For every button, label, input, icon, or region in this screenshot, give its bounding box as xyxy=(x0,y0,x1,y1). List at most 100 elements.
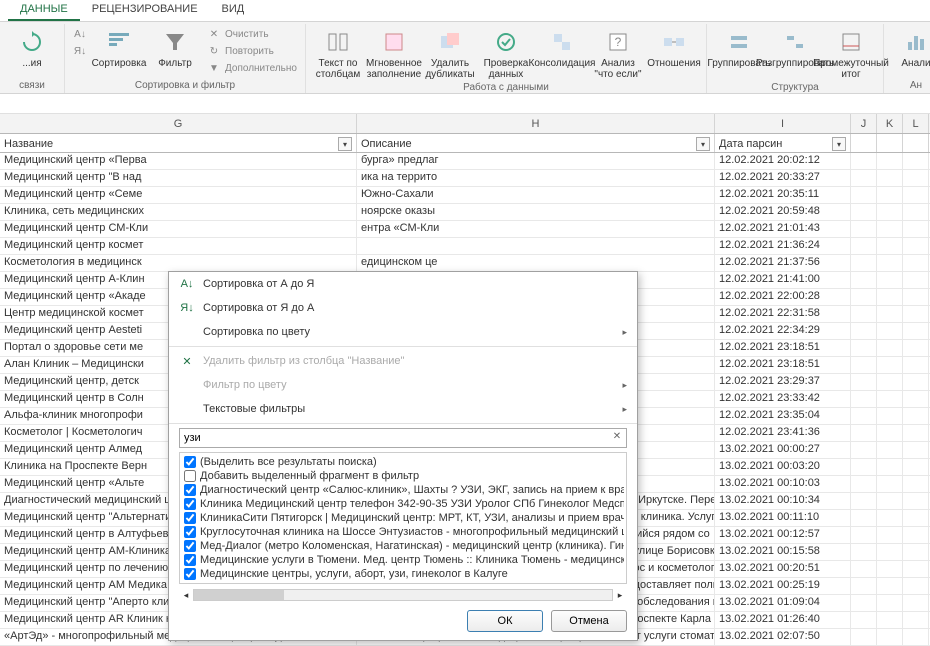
cell[interactable] xyxy=(851,442,877,458)
cell[interactable]: 13.02.2021 00:10:34 xyxy=(715,493,851,509)
cell[interactable]: 13.02.2021 00:25:19 xyxy=(715,578,851,594)
cell[interactable] xyxy=(903,187,929,203)
cell[interactable]: 13.02.2021 01:09:04 xyxy=(715,595,851,611)
cell[interactable] xyxy=(877,221,903,237)
table-row[interactable]: Медицинский центр СМ-Клиентра «СМ-Кли12.… xyxy=(0,221,930,238)
cell[interactable] xyxy=(877,459,903,475)
cell[interactable] xyxy=(877,255,903,271)
filter-checkbox-item[interactable]: Добавить выделенный фрагмент в фильтр xyxy=(182,469,624,483)
cell[interactable] xyxy=(877,238,903,254)
text-filters-item[interactable]: Текстовые фильтры▸ xyxy=(169,397,637,421)
sort-button[interactable]: Сортировка xyxy=(93,26,145,71)
cell[interactable] xyxy=(877,272,903,288)
cell[interactable]: 12.02.2021 20:33:27 xyxy=(715,170,851,186)
checkbox[interactable] xyxy=(184,554,196,566)
cell[interactable] xyxy=(877,340,903,356)
cell[interactable] xyxy=(851,544,877,560)
cell[interactable]: ика на террито xyxy=(357,170,715,186)
cell[interactable] xyxy=(903,459,929,475)
cell[interactable]: ентра «СМ-Кли xyxy=(357,221,715,237)
col-header-g[interactable]: G xyxy=(0,114,357,133)
cell[interactable]: бурга» предлаг xyxy=(357,153,715,169)
filter-button[interactable]: Фильтр xyxy=(149,26,201,71)
cell[interactable] xyxy=(851,255,877,271)
cell[interactable] xyxy=(903,272,929,288)
cell[interactable] xyxy=(903,442,929,458)
cell[interactable] xyxy=(851,221,877,237)
checkbox[interactable] xyxy=(184,470,196,482)
cell[interactable] xyxy=(877,391,903,407)
cell[interactable]: Медицинский центр космет xyxy=(0,238,357,254)
cell[interactable]: 12.02.2021 22:31:58 xyxy=(715,306,851,322)
col-header-l[interactable]: L xyxy=(903,114,929,133)
checkbox[interactable] xyxy=(184,512,196,524)
remove-duplicates-button[interactable]: Удалить дубликаты xyxy=(424,26,476,82)
cell[interactable] xyxy=(903,408,929,424)
cell[interactable] xyxy=(877,561,903,577)
cell[interactable]: 13.02.2021 00:12:57 xyxy=(715,527,851,543)
cell[interactable] xyxy=(877,612,903,628)
filter-checkbox-item[interactable]: Мед-Диалог (метро Коломенская, Нагатинск… xyxy=(182,539,624,553)
cell[interactable]: 13.02.2021 00:00:27 xyxy=(715,442,851,458)
cell[interactable]: Южно-Сахали xyxy=(357,187,715,203)
text-to-columns-button[interactable]: Текст по столбцам xyxy=(312,26,364,82)
cell[interactable] xyxy=(903,510,929,526)
field-header-date[interactable]: Дата парсин▾ xyxy=(715,134,851,152)
sort-az-button[interactable]: A↓ xyxy=(71,26,89,42)
cell[interactable]: Медицинский центр СМ-Кли xyxy=(0,221,357,237)
ok-button[interactable]: ОК xyxy=(467,610,543,632)
cell[interactable] xyxy=(851,357,877,373)
filter-dropdown-i[interactable]: ▾ xyxy=(832,137,846,151)
cell[interactable] xyxy=(851,527,877,543)
cell[interactable] xyxy=(903,425,929,441)
cell[interactable] xyxy=(903,289,929,305)
filter-checkbox-item[interactable]: Диагностический центр «Салюс-клиник», Ша… xyxy=(182,483,624,497)
cell[interactable]: 12.02.2021 23:35:04 xyxy=(715,408,851,424)
cancel-button[interactable]: Отмена xyxy=(551,610,627,632)
cell[interactable] xyxy=(903,323,929,339)
cell[interactable] xyxy=(851,425,877,441)
scroll-left-icon[interactable]: ◂ xyxy=(179,590,193,601)
cell[interactable]: Клиника, сеть медицинских xyxy=(0,204,357,220)
cell[interactable] xyxy=(877,289,903,305)
cell[interactable]: 13.02.2021 02:07:50 xyxy=(715,629,851,645)
cell[interactable] xyxy=(877,595,903,611)
field-header-name[interactable]: Название▾ xyxy=(0,134,357,152)
cell[interactable]: 12.02.2021 21:41:00 xyxy=(715,272,851,288)
cell[interactable]: 12.02.2021 23:29:37 xyxy=(715,374,851,390)
filter-checkbox-item[interactable]: Медицинские центры, услуги, аборт, узи, … xyxy=(182,567,624,581)
table-row[interactable]: Медицинский центр «Первабурга» предлаг12… xyxy=(0,153,930,170)
cell[interactable]: 12.02.2021 23:18:51 xyxy=(715,357,851,373)
cell[interactable] xyxy=(877,374,903,390)
scroll-right-icon[interactable]: ▸ xyxy=(613,590,627,601)
cell[interactable]: Медицинский центр "В над xyxy=(0,170,357,186)
cell[interactable] xyxy=(877,357,903,373)
cell[interactable] xyxy=(851,340,877,356)
cell[interactable] xyxy=(851,153,877,169)
checkbox[interactable] xyxy=(184,568,196,580)
cell[interactable] xyxy=(903,170,929,186)
cell[interactable]: 13.02.2021 00:10:03 xyxy=(715,476,851,492)
cell[interactable] xyxy=(903,153,929,169)
cell[interactable] xyxy=(877,425,903,441)
sort-color-item[interactable]: Сортировка по цвету▸ xyxy=(169,320,637,344)
cell[interactable] xyxy=(903,374,929,390)
cell[interactable] xyxy=(903,595,929,611)
cell[interactable]: 12.02.2021 22:34:29 xyxy=(715,323,851,339)
cell[interactable] xyxy=(877,493,903,509)
consolidate-button[interactable]: Консолидация xyxy=(536,26,588,71)
cell[interactable] xyxy=(903,629,929,645)
cell[interactable] xyxy=(851,391,877,407)
table-row[interactable]: Косметология в медицинскедицинском це12.… xyxy=(0,255,930,272)
cell[interactable] xyxy=(851,459,877,475)
cell[interactable] xyxy=(903,493,929,509)
cell[interactable]: Медицинский центр «Перва xyxy=(0,153,357,169)
cell[interactable] xyxy=(877,323,903,339)
cell[interactable]: едицинском це xyxy=(357,255,715,271)
filter-values-list[interactable]: (Выделить все результаты поиска)Добавить… xyxy=(179,452,627,584)
cell[interactable] xyxy=(877,170,903,186)
clear-filter-button[interactable]: ✕Очистить xyxy=(205,26,299,42)
cell[interactable] xyxy=(877,544,903,560)
cell[interactable]: ноярске оказы xyxy=(357,204,715,220)
cell[interactable]: 13.02.2021 00:11:10 xyxy=(715,510,851,526)
